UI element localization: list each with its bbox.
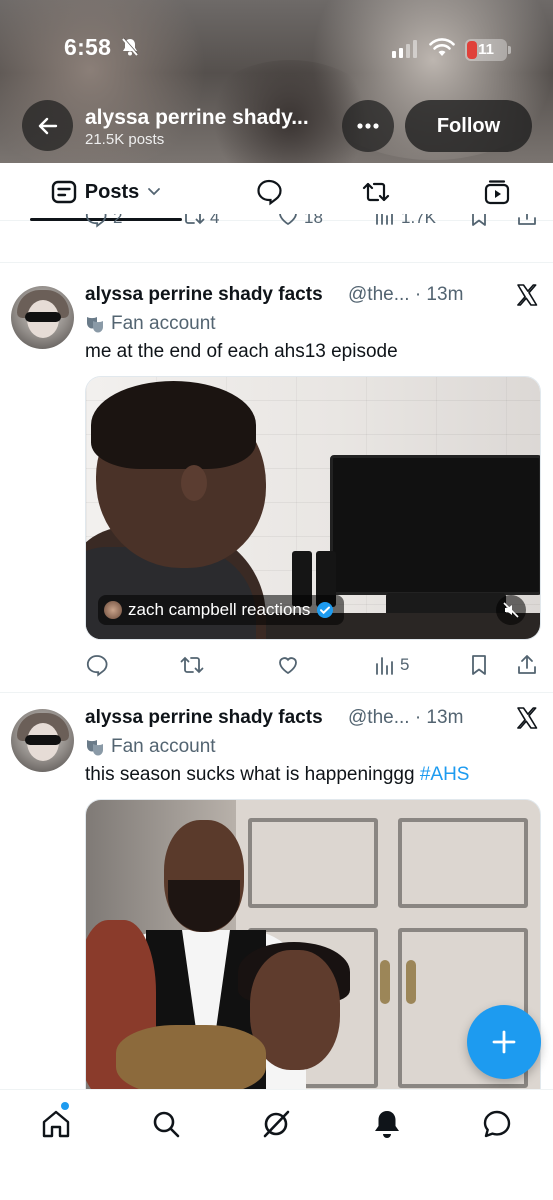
views-chart-icon[interactable] [374, 214, 394, 226]
battery-indicator: 11 [465, 39, 511, 61]
reply-icon[interactable] [84, 214, 108, 228]
home-notification-dot [61, 1102, 69, 1110]
masks-icon [87, 740, 103, 756]
nav-messages[interactable] [479, 1106, 515, 1142]
like-heart-icon[interactable] [276, 214, 300, 228]
tweet[interactable]: alyssa perrine shady facts @the... · 13m… [0, 263, 553, 693]
more-options-button[interactable] [342, 100, 394, 152]
bookmark-icon[interactable] [469, 214, 489, 228]
views-chart-icon [376, 657, 393, 675]
chevron-down-icon [148, 188, 161, 196]
like-button[interactable] [276, 650, 300, 680]
volume-muted-icon [503, 602, 519, 618]
tab-media[interactable] [482, 177, 512, 207]
tweet-time: · 13m [414, 284, 464, 305]
cellular-signal-icon [392, 40, 417, 58]
avatar[interactable] [11, 286, 74, 349]
more-horizontal-icon [357, 123, 379, 129]
share-button[interactable] [516, 650, 538, 680]
fan-account-label: Fan account [85, 736, 216, 758]
tweet-author-handle: @the... · 13m [348, 707, 464, 728]
plus-icon [492, 1030, 516, 1054]
profile-header-banner: 6:58 11 alyssa perrine shady... 21.5K po… [0, 0, 553, 163]
profile-name: alyssa perrine shady... [85, 106, 309, 129]
video-media-icon [484, 180, 510, 205]
tweet-time: · 13m [414, 707, 464, 728]
wifi-icon [429, 38, 455, 63]
x-logo-icon [515, 706, 539, 735]
back-button[interactable] [22, 100, 73, 151]
grok-icon [263, 1110, 290, 1138]
tab-reposts[interactable] [361, 177, 391, 207]
nav-search[interactable] [148, 1106, 184, 1142]
tweet-text: me at the end of each ahs13 episode [85, 341, 398, 362]
compose-post-button[interactable] [467, 1005, 541, 1079]
tab-replies[interactable] [254, 177, 284, 207]
fan-account-label: Fan account [85, 313, 216, 335]
attribution-avatar [104, 601, 122, 619]
tab-posts-label: Posts [84, 180, 140, 203]
notifications-bell-icon [375, 1111, 399, 1138]
share-icon [518, 655, 536, 674]
view-count: 1.7K [401, 214, 436, 227]
verified-badge-icon [317, 602, 334, 618]
reply-count: 2 [113, 214, 123, 227]
arrow-left-icon [38, 117, 57, 134]
like-count: 18 [304, 214, 323, 227]
repost-count: 4 [210, 214, 220, 227]
bookmark-button[interactable] [469, 650, 489, 680]
tab-posts[interactable]: Posts [30, 163, 182, 221]
search-icon [153, 1111, 180, 1138]
follow-button[interactable]: Follow [405, 100, 532, 152]
like-heart-icon [279, 657, 297, 675]
reply-button[interactable] [85, 650, 109, 680]
bookmark-icon [472, 655, 486, 675]
messages-icon [483, 1110, 511, 1138]
hashtag-link[interactable]: #AHS [420, 764, 470, 785]
repost-icon [362, 182, 390, 202]
bottom-navigation [0, 1089, 553, 1200]
profile-tabs: Posts [0, 163, 553, 221]
repost-icon[interactable] [180, 214, 206, 228]
tweet-author-name[interactable]: alyssa perrine shady facts [85, 707, 323, 729]
view-count: 5 [400, 655, 410, 674]
attribution-name: zach campbell reactions [128, 600, 311, 619]
views-button[interactable]: 5 [374, 650, 409, 680]
repost-button[interactable] [179, 650, 205, 680]
nav-home[interactable] [38, 1106, 74, 1142]
tweet-text: this season sucks what is happeninggg #A… [85, 764, 470, 785]
posts-icon [51, 180, 76, 204]
home-icon [42, 1110, 70, 1138]
silent-mode-icon [120, 37, 140, 62]
avatar[interactable] [11, 709, 74, 772]
x-logo-icon [515, 283, 539, 312]
nav-notifications[interactable] [369, 1106, 405, 1142]
previous-tweet-actions: 2 4 18 1.7K [0, 214, 553, 236]
tweet-actions: 5 [85, 650, 545, 680]
status-time: 6:58 [64, 34, 112, 60]
masks-icon [87, 317, 103, 333]
share-icon[interactable] [516, 214, 538, 228]
nav-grok[interactable] [258, 1106, 294, 1142]
tweet-author-handle: @the... · 13m [348, 284, 464, 305]
video-attribution-chip[interactable]: zach campbell reactions [98, 595, 345, 625]
post-count: 21.5K posts [85, 131, 165, 148]
mute-button[interactable] [496, 595, 526, 625]
reply-icon [86, 655, 108, 677]
reply-bubble-icon [257, 179, 282, 206]
tweet-video[interactable]: zach campbell reactions [85, 376, 541, 640]
tweet-author-name[interactable]: alyssa perrine shady facts [85, 284, 323, 306]
repost-icon [180, 656, 204, 674]
